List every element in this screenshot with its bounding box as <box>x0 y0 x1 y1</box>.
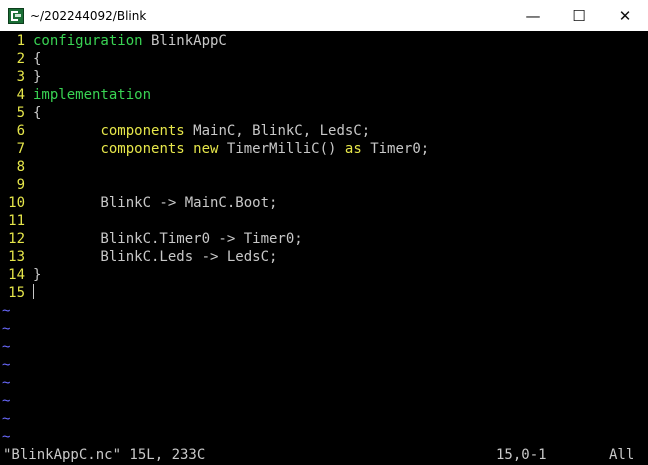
code-line[interactable]: 9 <box>0 176 648 194</box>
code-line[interactable]: 8 <box>0 158 648 176</box>
line-number: 9 <box>16 177 25 193</box>
code-keyword: implementation <box>33 87 152 103</box>
line-number: 1 <box>16 33 25 49</box>
code-text: BlinkC.Leds -> LedsC; <box>33 249 278 265</box>
line-number: 3 <box>16 69 25 85</box>
line-number: 15 <box>8 285 25 301</box>
line-number: 11 <box>8 213 25 229</box>
empty-line-tilde: ~ <box>2 339 11 355</box>
code-line[interactable]: 14} <box>0 266 648 284</box>
code-text: Timer0; <box>361 141 430 157</box>
line-number: 6 <box>16 123 25 139</box>
code-line[interactable]: 13 BlinkC.Leds -> LedsC; <box>0 248 648 266</box>
code-keyword: as <box>344 141 362 157</box>
line-number: 5 <box>16 105 25 121</box>
code-line[interactable]: 12 BlinkC.Timer0 -> Timer0; <box>0 230 648 248</box>
code-text: } <box>33 69 42 85</box>
terminal-app-icon <box>8 7 24 24</box>
code-keyword: components <box>100 123 185 139</box>
empty-line-tilde: ~ <box>2 357 11 373</box>
code-keyword: configuration <box>33 33 143 49</box>
code-line[interactable]: 4 implementation <box>0 86 648 104</box>
empty-line-tilde: ~ <box>2 303 11 319</box>
maximize-button[interactable]: ☐ <box>556 0 602 31</box>
line-number: 12 <box>8 231 25 247</box>
text-cursor <box>33 284 34 299</box>
cursor-position: 15,0-1 <box>496 447 547 463</box>
line-number: 2 <box>16 51 25 67</box>
status-line: "BlinkAppC.nc" 15L, 233C 15,0-1 All <box>0 446 648 465</box>
code-text: MainC, BlinkC, LedsC; <box>184 123 371 139</box>
title-bar[interactable]: ~/202244092/Blink — ☐ ✕ <box>0 0 648 31</box>
empty-line-tilde: ~ <box>2 429 11 445</box>
terminal-window: ~/202244092/Blink — ☐ ✕ 1 configuration B… <box>0 0 648 465</box>
empty-line-tilde: ~ <box>2 321 11 337</box>
scroll-indicator: All <box>609 447 635 463</box>
code-line[interactable]: 10 BlinkC -> MainC.Boot; <box>0 194 648 212</box>
line-number: 10 <box>8 195 25 211</box>
line-number: 7 <box>16 141 25 157</box>
line-number: 14 <box>8 267 25 283</box>
line-number: 13 <box>8 249 25 265</box>
code-text: TimerMilliC() <box>218 141 345 157</box>
code-line[interactable]: 6 components MainC, BlinkC, LedsC; <box>0 122 648 140</box>
code-line[interactable]: 2{ <box>0 50 648 68</box>
code-text: { <box>33 51 42 67</box>
code-line[interactable]: 5{ <box>0 104 648 122</box>
code-text: BlinkAppC <box>142 33 227 49</box>
code-line[interactable]: 1 configuration BlinkAppC <box>0 32 648 50</box>
window-title: ~/202244092/Blink <box>30 8 147 23</box>
code-text: BlinkC.Timer0 -> Timer0; <box>33 231 303 247</box>
minimize-button[interactable]: — <box>510 0 556 31</box>
empty-line-tilde: ~ <box>2 393 11 409</box>
empty-line-tilde: ~ <box>2 411 11 427</box>
empty-line-tilde: ~ <box>2 375 11 391</box>
code-line[interactable]: 11 <box>0 212 648 230</box>
code-text: BlinkC -> MainC.Boot; <box>33 195 278 211</box>
vim-editor[interactable]: 1 configuration BlinkAppC 2{3} 4 implementat… <box>0 31 648 445</box>
close-button[interactable]: ✕ <box>602 0 648 31</box>
code-keyword: new <box>193 141 219 157</box>
code-line[interactable]: 7 components new TimerMilliC() as Timer0… <box>0 140 648 158</box>
code-text: { <box>33 105 42 121</box>
line-number: 4 <box>16 87 25 103</box>
code-text: } <box>33 267 42 283</box>
file-info: "BlinkAppC.nc" 15L, 233C <box>3 447 206 463</box>
code-line[interactable]: 3} <box>0 68 648 86</box>
code-keyword: components <box>100 141 185 157</box>
line-number: 8 <box>16 159 25 175</box>
code-line[interactable]: 15 <box>0 284 648 302</box>
